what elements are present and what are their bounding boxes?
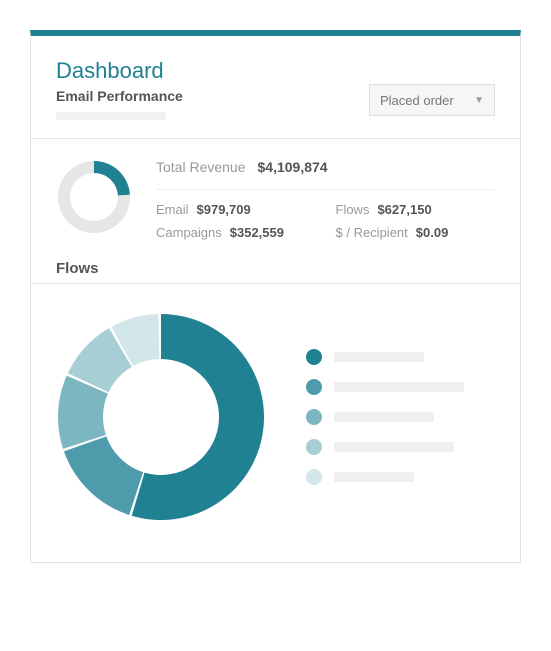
stat-label: Flows: [336, 202, 370, 217]
placeholder-line: [56, 112, 166, 120]
legend-item: [306, 469, 464, 485]
page-title: Dashboard: [56, 58, 495, 84]
donut-slice: [64, 436, 143, 515]
stat-value: $0.09: [416, 225, 449, 240]
legend-item: [306, 439, 464, 455]
total-revenue-label: Total Revenue: [156, 159, 246, 175]
legend-dot-icon: [306, 409, 322, 425]
total-revenue-row: Total Revenue $4,109,874: [156, 159, 495, 190]
flows-section-title: Flows: [31, 260, 520, 283]
legend-label-placeholder: [334, 352, 424, 362]
legend-item: [306, 349, 464, 365]
legend-label-placeholder: [334, 442, 454, 452]
header: Dashboard Email Performance Placed order…: [31, 36, 520, 138]
stat-label: $ / Recipient: [336, 225, 408, 240]
stat-cell: Campaigns $352,559: [156, 225, 316, 240]
stats-panel: Total Revenue $4,109,874 Email $979,709 Fl…: [31, 138, 520, 260]
stat-cell: Flows $627,150: [336, 202, 496, 217]
flows-donut-chart: [56, 312, 266, 522]
legend-dot-icon: [306, 349, 322, 365]
legend-item: [306, 409, 464, 425]
stat-cell: $ / Recipient $0.09: [336, 225, 496, 240]
chevron-down-icon: ▼: [474, 95, 484, 106]
legend-dot-icon: [306, 469, 322, 485]
legend-dot-icon: [306, 439, 322, 455]
metric-select-value: Placed order: [380, 93, 454, 108]
flows-legend: [306, 349, 464, 485]
metric-select[interactable]: Placed order ▼: [369, 84, 495, 116]
stats-grid: Email $979,709 Flows $627,150 Campaigns $352,…: [156, 202, 495, 240]
stat-label: Campaigns: [156, 225, 222, 240]
stat-cell: Email $979,709: [156, 202, 316, 217]
legend-item: [306, 379, 464, 395]
legend-dot-icon: [306, 379, 322, 395]
stat-value: $352,559: [230, 225, 284, 240]
dashboard-card: Dashboard Email Performance Placed order…: [30, 30, 521, 563]
flows-panel: [31, 283, 520, 562]
stat-label: Email: [156, 202, 189, 217]
legend-label-placeholder: [334, 382, 464, 392]
stat-value: $627,150: [377, 202, 431, 217]
legend-label-placeholder: [334, 412, 434, 422]
stats-body: Total Revenue $4,109,874 Email $979,709 Fl…: [156, 159, 495, 240]
donut-slice: [94, 161, 130, 195]
total-revenue-value: $4,109,874: [258, 159, 328, 175]
revenue-donut-chart: [56, 159, 132, 235]
stat-value: $979,709: [197, 202, 251, 217]
legend-label-placeholder: [334, 472, 414, 482]
